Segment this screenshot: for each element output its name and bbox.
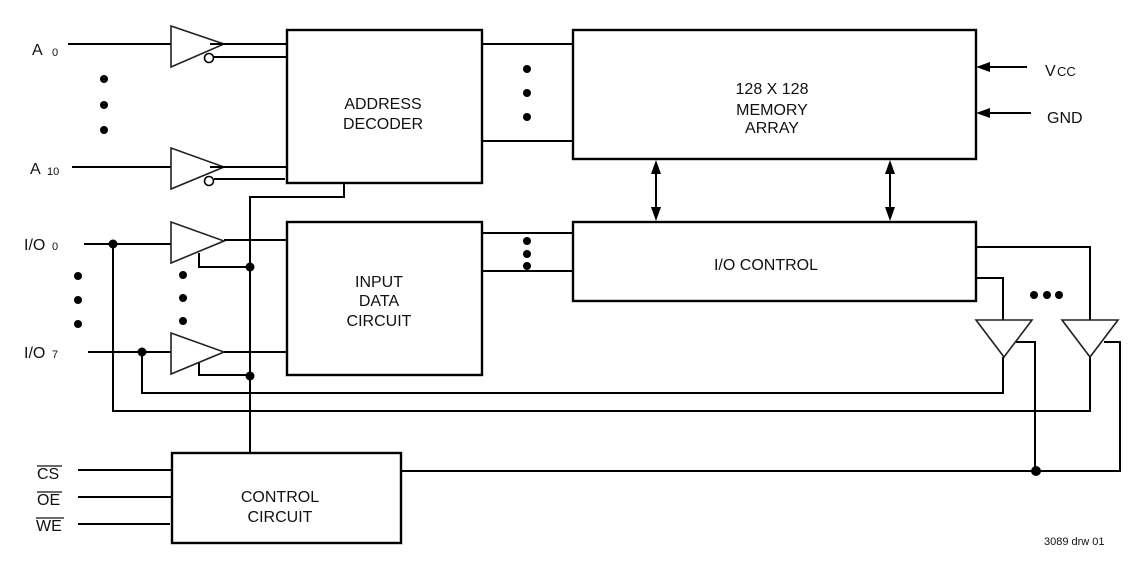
block-diagram: A 0 A 10 ADDRESS DECODER 128 X 128 MEMOR…: [24, 24, 1121, 548]
decoder-bus-ellipsis: [523, 65, 531, 121]
io-pin-0: I/O 0: [24, 220, 287, 272]
control-circuit-label-1: CONTROL: [241, 489, 319, 506]
arrow-vcc-icon: [976, 62, 990, 72]
drawing-id: 3089 drw 01: [1044, 536, 1105, 548]
address-input-a0: A 0: [32, 24, 287, 69]
memory-array-label-1: 128 X 128: [736, 81, 809, 98]
arrow-gnd-icon: [976, 108, 990, 118]
label-io7-sub: 7: [52, 349, 58, 361]
output-buffer-io7: [974, 319, 1034, 359]
control-input-cs: CS: [37, 465, 172, 483]
buffer-a10: [170, 146, 227, 191]
junction-io7-enable: [245, 371, 255, 381]
address-decoder-label-2: DECODER: [343, 116, 423, 133]
output-buffer-io0: [1060, 319, 1120, 359]
label-vcc-sub: CC: [1057, 64, 1076, 79]
junction-io0-enable: [245, 262, 255, 272]
io-pin-7: I/O 7: [24, 331, 287, 381]
input-buffer-io0: [170, 220, 227, 265]
label-oe: OE: [37, 492, 60, 509]
wire-io7-enable: [198, 363, 250, 376]
label-a0-sub: 0: [52, 47, 58, 59]
label-cs: CS: [37, 466, 59, 483]
buffer-a0: [170, 24, 227, 69]
io-buffer-ellipsis: [179, 271, 187, 325]
input-buffer-io7: [170, 331, 227, 376]
label-a0-base: A: [32, 42, 43, 59]
gnd-input: GND: [976, 108, 1083, 127]
control-input-we: WE: [36, 517, 170, 535]
control-circuit-label-2: CIRCUIT: [248, 509, 313, 526]
input-data-circuit-label-3: CIRCUIT: [347, 313, 412, 330]
label-io7-base: I/O: [24, 345, 45, 362]
inverter-bubble-a0: [203, 52, 215, 64]
wire-io7-output-return: [141, 352, 1004, 394]
vcc-input: V CC: [976, 62, 1076, 80]
label-io0-base: I/O: [24, 237, 45, 254]
wire-io0-enable: [198, 253, 250, 268]
io-pin-ellipsis-left: [74, 272, 82, 328]
io-control-label: I/O CONTROL: [714, 257, 818, 274]
output-buffer-ellipsis: [1030, 291, 1063, 299]
wire-ioctl-to-buffer-7: [976, 277, 1004, 320]
wire-ioctl-to-buffer-0: [976, 246, 1091, 320]
inverter-bubble-a10: [203, 175, 215, 187]
label-vcc-base: V: [1045, 63, 1056, 80]
label-a10-base: A: [30, 161, 41, 178]
bidirectional-arrow-left: [651, 160, 661, 221]
bidirectional-arrow-right: [885, 160, 895, 221]
input-data-bus-ellipsis: [523, 237, 531, 270]
junction-output-enable: [1031, 466, 1041, 476]
label-we: WE: [36, 518, 62, 535]
address-decoder-label-1: ADDRESS: [344, 96, 421, 113]
label-io0-sub: 0: [52, 241, 58, 253]
memory-array-label-2: MEMORY: [736, 102, 808, 119]
input-data-circuit-label-1: INPUT: [355, 274, 403, 291]
control-input-oe: OE: [37, 491, 172, 509]
input-data-circuit-label-2: DATA: [359, 293, 400, 310]
address-ellipsis: [100, 75, 108, 134]
label-a10-sub: 10: [47, 166, 59, 178]
address-input-a10: A 10: [30, 146, 287, 191]
label-gnd: GND: [1047, 110, 1083, 127]
wire-enable-buffer-io0: [401, 341, 1121, 472]
wire-enable-buffer-io7: [1016, 341, 1036, 472]
memory-array-label-3: ARRAY: [745, 120, 799, 137]
